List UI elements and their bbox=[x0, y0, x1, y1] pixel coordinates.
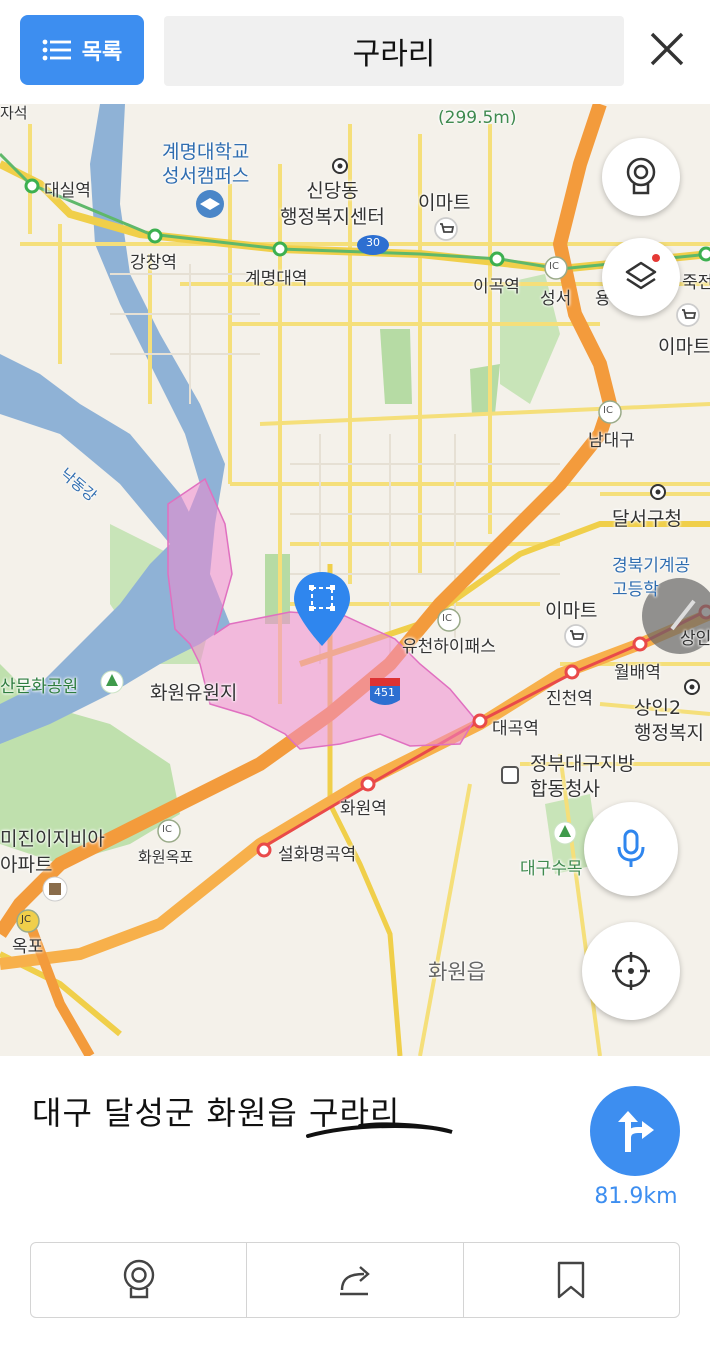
top-bar: 목록 구라리 bbox=[0, 0, 710, 104]
apartment-icon bbox=[42, 876, 68, 902]
map-label: 성서 bbox=[540, 289, 572, 309]
ic-badge-label: IC bbox=[549, 261, 559, 272]
layers-icon bbox=[625, 261, 657, 290]
route-turn-icon bbox=[618, 1111, 654, 1152]
ic-badge-label: IC bbox=[442, 613, 452, 624]
map-label: 경북기계공 고등학 bbox=[612, 556, 691, 600]
map-label: 화원읍 bbox=[428, 960, 486, 984]
map-label: 남대구 bbox=[588, 431, 635, 451]
share-icon bbox=[339, 1266, 370, 1296]
map-label: 달서구청 bbox=[612, 508, 682, 530]
voice-search-button[interactable] bbox=[584, 802, 678, 896]
map-label: 강창역 bbox=[130, 253, 177, 273]
cart-icon bbox=[564, 624, 588, 648]
map-label: 월배역 bbox=[614, 663, 661, 683]
ic-badge-label: IC bbox=[603, 405, 613, 416]
map-label: 계명대역 bbox=[245, 269, 308, 289]
action-bar bbox=[30, 1242, 680, 1318]
share-action-button[interactable] bbox=[247, 1243, 464, 1317]
park-tree-icon bbox=[553, 821, 577, 845]
roadview-icon bbox=[123, 1259, 154, 1299]
map-view[interactable]: 30 451 IC IC IC IC JC (299.5m) 자석 계명대학교 … bbox=[0, 104, 710, 1056]
map-label: 이마트 bbox=[658, 336, 710, 358]
map-label: 계명대학교 성서캠퍼스 bbox=[162, 141, 250, 187]
government-building-icon bbox=[501, 766, 519, 784]
map-label: 유천하이패스 bbox=[402, 637, 496, 657]
park-area bbox=[380, 329, 412, 404]
search-title: 구라리 bbox=[352, 37, 436, 72]
ic-badge-label: IC bbox=[162, 824, 172, 835]
highway-30-label: 30 bbox=[366, 236, 380, 249]
bookmark-action-button[interactable] bbox=[464, 1243, 679, 1317]
park-area bbox=[470, 364, 500, 416]
map-label: 죽전 bbox=[682, 273, 710, 293]
map-label: 정부대구지방 합동청사 bbox=[530, 753, 635, 800]
map-base bbox=[0, 104, 710, 1056]
map-label: 옥포 bbox=[12, 937, 44, 957]
park-tree-icon bbox=[100, 670, 124, 694]
map-label: 진천역 bbox=[546, 689, 593, 709]
map-label: 미진이지비아 아파트 bbox=[0, 828, 105, 876]
highway-451-label: 451 bbox=[374, 686, 395, 699]
distance-label: 81.9km bbox=[594, 1184, 678, 1209]
list-button[interactable]: 목록 bbox=[20, 15, 144, 85]
map-label: 이마트 bbox=[418, 192, 471, 214]
mic-icon bbox=[617, 829, 645, 867]
list-icon bbox=[42, 39, 71, 61]
map-label: 대곡역 bbox=[492, 719, 539, 739]
close-icon bbox=[650, 32, 684, 66]
search-title-box[interactable]: 구라리 bbox=[164, 16, 624, 86]
map-label: 이곡역 bbox=[473, 277, 520, 297]
map-label: 화원유원지 bbox=[150, 682, 238, 704]
map-label: 설화명곡역 bbox=[278, 845, 357, 865]
cart-icon bbox=[676, 303, 700, 327]
cart-icon bbox=[434, 217, 458, 241]
directions-button[interactable] bbox=[590, 1086, 680, 1176]
map-label: 산문화공원 bbox=[0, 677, 79, 697]
close-button[interactable] bbox=[640, 22, 694, 76]
map-label: 화원옥포 bbox=[138, 848, 194, 866]
distance-scale: (299.5m) bbox=[438, 108, 517, 128]
map-label: 이마트 bbox=[545, 600, 598, 622]
current-location-button[interactable] bbox=[582, 922, 680, 1020]
jc-badge-label: JC bbox=[21, 914, 31, 925]
map-label: 신당동 행정복지센터 bbox=[280, 180, 385, 228]
crosshair-icon bbox=[612, 952, 650, 990]
bookmark-icon bbox=[558, 1261, 585, 1299]
map-label: 상인2 행정복지 bbox=[634, 697, 704, 744]
map-label: 자석 bbox=[0, 104, 28, 122]
roadview-icon bbox=[626, 157, 656, 195]
map-label: 대실역 bbox=[44, 181, 91, 201]
layers-button[interactable] bbox=[602, 238, 680, 316]
map-label: 화원역 bbox=[340, 799, 387, 819]
handwritten-underline bbox=[306, 1122, 453, 1138]
list-button-label: 목록 bbox=[81, 40, 123, 65]
map-label: 대구수목 bbox=[520, 859, 583, 879]
roadview-button[interactable] bbox=[602, 138, 680, 216]
map-label: 상인 bbox=[680, 629, 710, 649]
roadview-action-button[interactable] bbox=[31, 1243, 248, 1317]
notification-dot bbox=[652, 254, 660, 262]
